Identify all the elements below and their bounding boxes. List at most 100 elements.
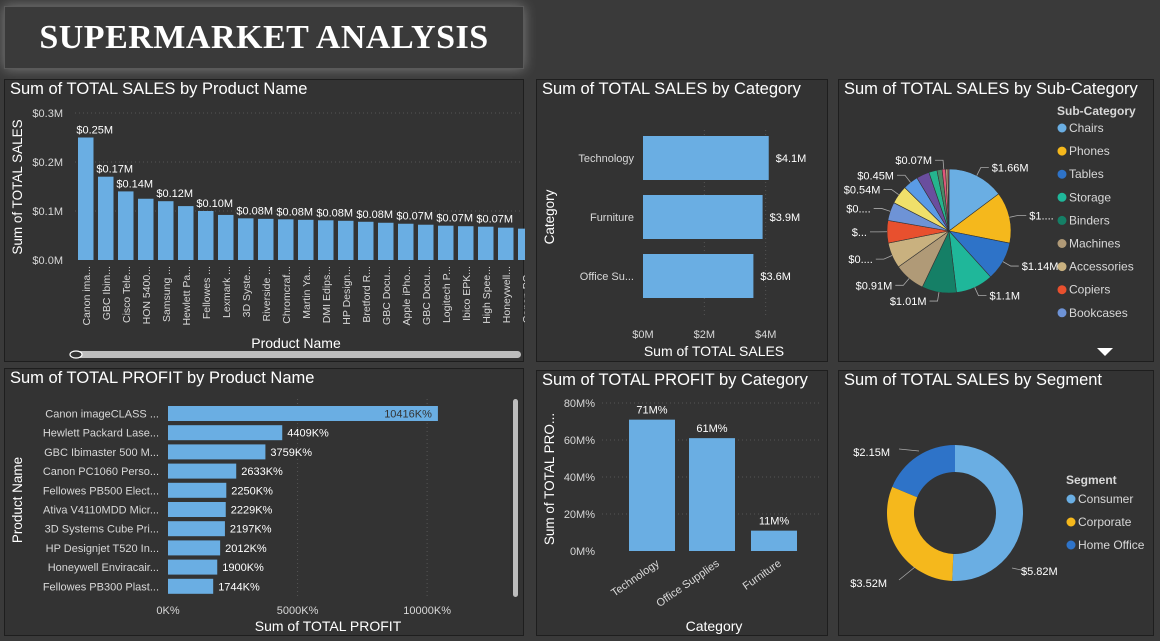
data-label: $0.07M bbox=[396, 211, 433, 223]
bar bbox=[398, 223, 414, 260]
data-label: $0.08M bbox=[316, 207, 353, 219]
data-label: $0.07M bbox=[895, 155, 932, 167]
data-label: 11M% bbox=[759, 516, 790, 528]
bar bbox=[338, 220, 354, 260]
sales-by-subcategory-chart: $1.66M $1.... $1.14M $1.1M $1.01M $0.91M $0...… bbox=[844, 104, 1136, 356]
legend-swatch bbox=[1057, 215, 1067, 225]
data-label: $1.66M bbox=[992, 163, 1029, 175]
legend-swatch bbox=[1057, 169, 1067, 179]
panel-profit-by-category[interactable]: Sum of TOTAL PROFIT by Category 0M% 20M% 4… bbox=[536, 370, 828, 636]
data-label: $0.14M bbox=[116, 178, 153, 190]
x-axis-title: Sum of TOTAL SALES bbox=[644, 343, 784, 359]
legend-title: Sub-Category bbox=[1057, 104, 1136, 118]
legend-label: Phones bbox=[1069, 144, 1110, 158]
panel-sales-by-segment[interactable]: Sum of TOTAL SALES by Segment $5.82M $3.5… bbox=[838, 370, 1154, 636]
panel-sales-by-category[interactable]: Sum of TOTAL SALES by Category $0M $2M $4M… bbox=[536, 79, 828, 362]
x-tick-label: Samsung ... bbox=[161, 266, 173, 322]
bar bbox=[643, 254, 754, 298]
data-label: $0.12M bbox=[156, 188, 193, 200]
scrollbar-thumb bbox=[69, 350, 83, 359]
y-tick-label: 0M% bbox=[570, 546, 595, 558]
data-label: 1744K% bbox=[218, 581, 260, 593]
y-tick-label: Ativa V4110MDD Micr... bbox=[43, 505, 159, 517]
bar bbox=[358, 221, 374, 260]
sales-by-segment-chart: $5.82M $3.52M $2.15M Segment Consumer Corpora… bbox=[850, 445, 1145, 590]
y-tick-label: 80M% bbox=[564, 398, 595, 410]
x-tick-label: HON 5400... bbox=[141, 266, 153, 324]
x-tick-label: Chromcraf... bbox=[281, 266, 293, 324]
data-label: $4.1M bbox=[776, 153, 807, 165]
bar bbox=[418, 224, 434, 260]
legend-label: Consumer bbox=[1078, 492, 1133, 506]
data-label: $0.45M bbox=[857, 170, 894, 182]
data-label: 2633K% bbox=[241, 466, 283, 478]
y-axis-title: Sum of TOTAL PRO... bbox=[542, 413, 557, 545]
dashboard-title-box: SUPERMARKET ANALYSIS bbox=[4, 6, 524, 69]
bar bbox=[238, 218, 254, 260]
bar bbox=[629, 419, 675, 551]
data-label: 2229K% bbox=[231, 505, 273, 517]
leader-line bbox=[929, 292, 940, 302]
data-label: $5.82M bbox=[1021, 566, 1058, 578]
data-label: 10416K% bbox=[384, 409, 432, 421]
y-tick-label: $0.0M bbox=[32, 255, 63, 267]
data-label: $0.... bbox=[846, 203, 870, 215]
x-tick-label: 0K% bbox=[156, 605, 179, 617]
bar bbox=[218, 214, 234, 260]
dashboard-title: SUPERMARKET ANALYSIS bbox=[39, 18, 489, 56]
x-tick-label: 10000K% bbox=[403, 605, 451, 617]
y-tick-label: GBC Ibimaster 500 M... bbox=[44, 447, 159, 459]
bar bbox=[168, 444, 266, 460]
y-tick-label: $0.1M bbox=[32, 206, 63, 218]
x-tick-label: $0M bbox=[632, 329, 653, 341]
data-label: $1.... bbox=[1029, 210, 1053, 222]
panel-sales-by-subcategory[interactable]: Sum of TOTAL SALES by Sub-Category $1.66… bbox=[838, 79, 1154, 362]
x-tick-label: Furniture bbox=[741, 558, 784, 593]
y-tick-label: 60M% bbox=[564, 435, 595, 447]
data-label: 2197K% bbox=[230, 524, 272, 536]
leader-line bbox=[898, 448, 920, 452]
x-axis-title: Sum of TOTAL PROFIT bbox=[255, 618, 402, 634]
x-axis-title: Product Name bbox=[251, 335, 341, 351]
y-axis-title: Sum of TOTAL SALES bbox=[10, 119, 25, 254]
bar bbox=[278, 219, 294, 260]
bar bbox=[98, 176, 114, 260]
leader-line bbox=[974, 287, 987, 296]
panel-sales-by-product[interactable]: Sum of TOTAL SALES by Product Name $0.0M… bbox=[4, 79, 525, 362]
legend-swatch bbox=[1066, 540, 1076, 550]
y-tick-label: Canon PC1060 Perso... bbox=[43, 466, 159, 478]
x-tick-label: Cisco Tele... bbox=[121, 266, 133, 323]
bar bbox=[168, 482, 227, 498]
data-label: $3.9M bbox=[770, 212, 801, 224]
x-tick-label: Ibico EPK... bbox=[461, 266, 473, 321]
legend-scroll-down-icon bbox=[1097, 348, 1113, 356]
x-tick-label: Riverside ... bbox=[261, 266, 273, 321]
panel-profit-by-product[interactable]: Sum of TOTAL PROFIT by Product Name 0K% 5… bbox=[4, 368, 524, 636]
bar bbox=[298, 219, 314, 260]
x-tick-label: $2M bbox=[694, 329, 715, 341]
y-tick-label: Hewlett Packard Lase... bbox=[43, 428, 159, 440]
data-label: 2250K% bbox=[231, 485, 273, 497]
x-tick-label: Apple iPho... bbox=[401, 266, 413, 326]
y-tick-label: Technology bbox=[578, 153, 634, 165]
y-tick-label: HP Designjet T520 In... bbox=[46, 543, 159, 555]
leader-line bbox=[895, 278, 910, 286]
x-tick-label: DMI Edips... bbox=[321, 266, 333, 323]
x-tick-label: High Spee... bbox=[481, 266, 493, 324]
donut-slice bbox=[892, 445, 955, 498]
x-tick-label: Logitech P... bbox=[441, 266, 453, 323]
legend-swatch bbox=[1057, 285, 1067, 295]
data-label: $... bbox=[852, 227, 867, 239]
bar bbox=[168, 463, 237, 479]
donut-slice bbox=[952, 445, 1023, 581]
legend-swatch bbox=[1066, 494, 1076, 504]
data-label: $0.07M bbox=[476, 214, 513, 226]
legend-swatch bbox=[1057, 239, 1067, 248]
data-label: $0.07M bbox=[436, 213, 473, 225]
legend-label: Corporate bbox=[1078, 515, 1132, 529]
x-tick-label: Fellowes ... bbox=[201, 266, 213, 319]
x-tick-label: GBC Docu... bbox=[421, 266, 433, 325]
data-label: $0.17M bbox=[96, 164, 133, 176]
bar bbox=[168, 502, 226, 517]
legend-label: Chairs bbox=[1069, 121, 1104, 135]
